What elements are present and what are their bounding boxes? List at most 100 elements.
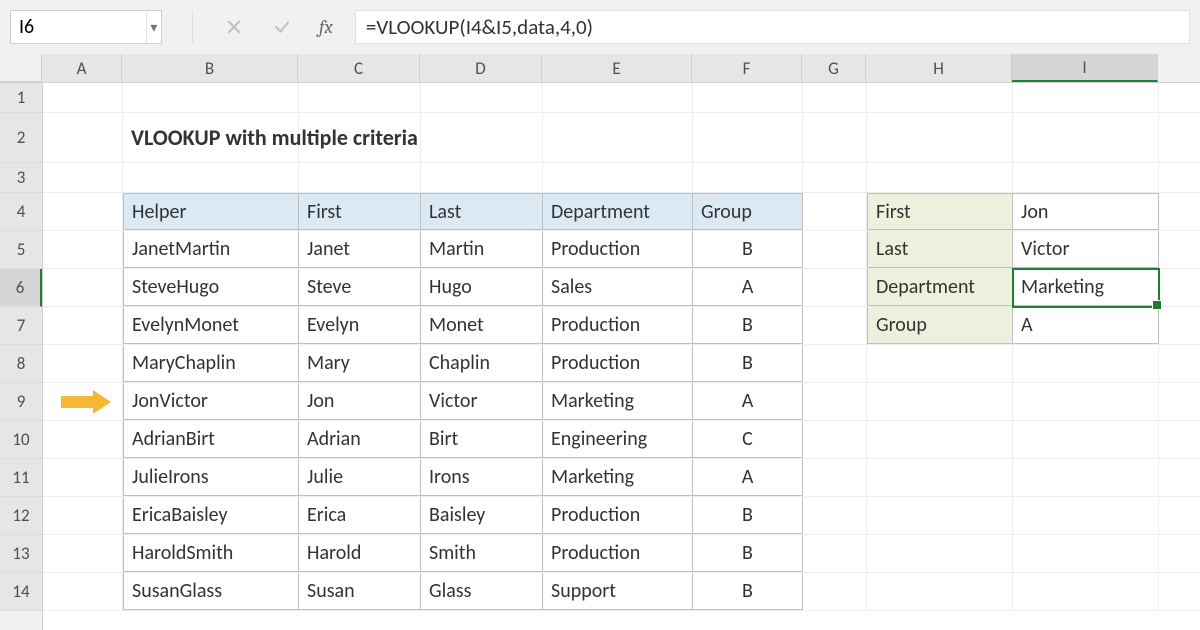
lookup-value[interactable]: Marketing: [1013, 269, 1159, 306]
cell-I3[interactable]: [1013, 163, 1159, 192]
formula-input[interactable]: =VLOOKUP(I4&I5,data,4,0): [355, 10, 1190, 44]
table-cell[interactable]: Production: [543, 231, 693, 268]
col-header-H[interactable]: H: [866, 54, 1012, 82]
lookup-value[interactable]: Victor: [1013, 231, 1159, 268]
cell-E3[interactable]: [543, 163, 693, 192]
cell-D1[interactable]: [421, 83, 543, 112]
table-cell[interactable]: B: [693, 497, 803, 534]
col-header-G[interactable]: G: [802, 54, 866, 82]
cancel-icon[interactable]: [223, 16, 245, 38]
table-cell[interactable]: Hugo: [421, 269, 543, 306]
cell-D2[interactable]: [421, 113, 543, 162]
table-cell[interactable]: EvelynMonet: [123, 307, 299, 344]
accept-icon[interactable]: [271, 16, 293, 38]
cell-G4[interactable]: [803, 193, 867, 230]
lookup-value[interactable]: A: [1013, 307, 1159, 344]
table-cell[interactable]: Glass: [421, 573, 543, 610]
table-cell[interactable]: Marketing: [543, 459, 693, 496]
table-cell[interactable]: B: [693, 231, 803, 268]
cell-I9[interactable]: [1013, 383, 1159, 420]
cell-I10[interactable]: [1013, 421, 1159, 458]
row-header-6[interactable]: 6: [0, 269, 42, 307]
table-cell[interactable]: Mary: [299, 345, 421, 382]
row-header-11[interactable]: 11: [0, 459, 42, 497]
cell-G13[interactable]: [803, 535, 867, 572]
cell-A7[interactable]: [43, 307, 123, 344]
col-header-A[interactable]: A: [42, 54, 122, 82]
table-cell[interactable]: SusanGlass: [123, 573, 299, 610]
cell-G6[interactable]: [803, 269, 867, 306]
table-cell[interactable]: AdrianBirt: [123, 421, 299, 458]
table-cell[interactable]: Production: [543, 497, 693, 534]
table-cell[interactable]: B: [693, 345, 803, 382]
row-header-2[interactable]: 2: [0, 113, 42, 163]
row-header-3[interactable]: 3: [0, 163, 42, 193]
cell-H1[interactable]: [867, 83, 1013, 112]
cell-G10[interactable]: [803, 421, 867, 458]
col-header-C[interactable]: C: [298, 54, 420, 82]
cell-G2[interactable]: [803, 113, 867, 162]
cell-G5[interactable]: [803, 231, 867, 268]
cell-F3[interactable]: [693, 163, 803, 192]
cell-A2[interactable]: [43, 113, 123, 162]
cell-A14[interactable]: [43, 573, 123, 610]
table-cell[interactable]: JonVictor: [123, 383, 299, 420]
table-cell[interactable]: Julie: [299, 459, 421, 496]
cell-A10[interactable]: [43, 421, 123, 458]
table-cell[interactable]: A: [693, 383, 803, 420]
table-cell[interactable]: HaroldSmith: [123, 535, 299, 572]
cell-H12[interactable]: [867, 497, 1013, 534]
select-all-triangle[interactable]: [0, 54, 42, 82]
cell-B1[interactable]: [123, 83, 299, 112]
cell-H10[interactable]: [867, 421, 1013, 458]
table-cell[interactable]: Engineering: [543, 421, 693, 458]
lookup-value[interactable]: Jon: [1013, 193, 1159, 230]
table-cell[interactable]: Production: [543, 307, 693, 344]
cell-I12[interactable]: [1013, 497, 1159, 534]
table-cell[interactable]: A: [693, 459, 803, 496]
cell-C3[interactable]: [299, 163, 421, 192]
cell-A8[interactable]: [43, 345, 123, 382]
cell-H9[interactable]: [867, 383, 1013, 420]
cell-G14[interactable]: [803, 573, 867, 610]
table-cell[interactable]: Steve: [299, 269, 421, 306]
name-box-dropdown-icon[interactable]: ▾: [146, 11, 161, 43]
cell-H13[interactable]: [867, 535, 1013, 572]
table-cell[interactable]: Harold: [299, 535, 421, 572]
col-header-I[interactable]: I: [1012, 54, 1158, 82]
cell-A12[interactable]: [43, 497, 123, 534]
cell-G9[interactable]: [803, 383, 867, 420]
cell-H3[interactable]: [867, 163, 1013, 192]
cell-I2[interactable]: [1013, 113, 1159, 162]
cell-I1[interactable]: [1013, 83, 1159, 112]
col-header-D[interactable]: D: [420, 54, 542, 82]
cell-C2[interactable]: [299, 113, 421, 162]
table-cell[interactable]: Erica: [299, 497, 421, 534]
table-cell[interactable]: Evelyn: [299, 307, 421, 344]
table-cell[interactable]: Sales: [543, 269, 693, 306]
table-cell[interactable]: Baisley: [421, 497, 543, 534]
cell-E1[interactable]: [543, 83, 693, 112]
cell-I8[interactable]: [1013, 345, 1159, 382]
table-cell[interactable]: C: [693, 421, 803, 458]
table-cell[interactable]: Smith: [421, 535, 543, 572]
cell-G11[interactable]: [803, 459, 867, 496]
row-header-7[interactable]: 7: [0, 307, 42, 345]
row-header-13[interactable]: 13: [0, 535, 42, 573]
row-header-9[interactable]: 9: [0, 383, 42, 421]
table-cell[interactable]: Susan: [299, 573, 421, 610]
table-cell[interactable]: JulieIrons: [123, 459, 299, 496]
cell-G3[interactable]: [803, 163, 867, 192]
cell-G12[interactable]: [803, 497, 867, 534]
cell-H2[interactable]: [867, 113, 1013, 162]
table-cell[interactable]: Production: [543, 345, 693, 382]
row-header-10[interactable]: 10: [0, 421, 42, 459]
table-cell[interactable]: Martin: [421, 231, 543, 268]
cell-G7[interactable]: [803, 307, 867, 344]
cell-A6[interactable]: [43, 269, 123, 306]
table-cell[interactable]: Marketing: [543, 383, 693, 420]
col-header-F[interactable]: F: [692, 54, 802, 82]
table-cell[interactable]: EricaBaisley: [123, 497, 299, 534]
table-cell[interactable]: B: [693, 307, 803, 344]
table-cell[interactable]: A: [693, 269, 803, 306]
